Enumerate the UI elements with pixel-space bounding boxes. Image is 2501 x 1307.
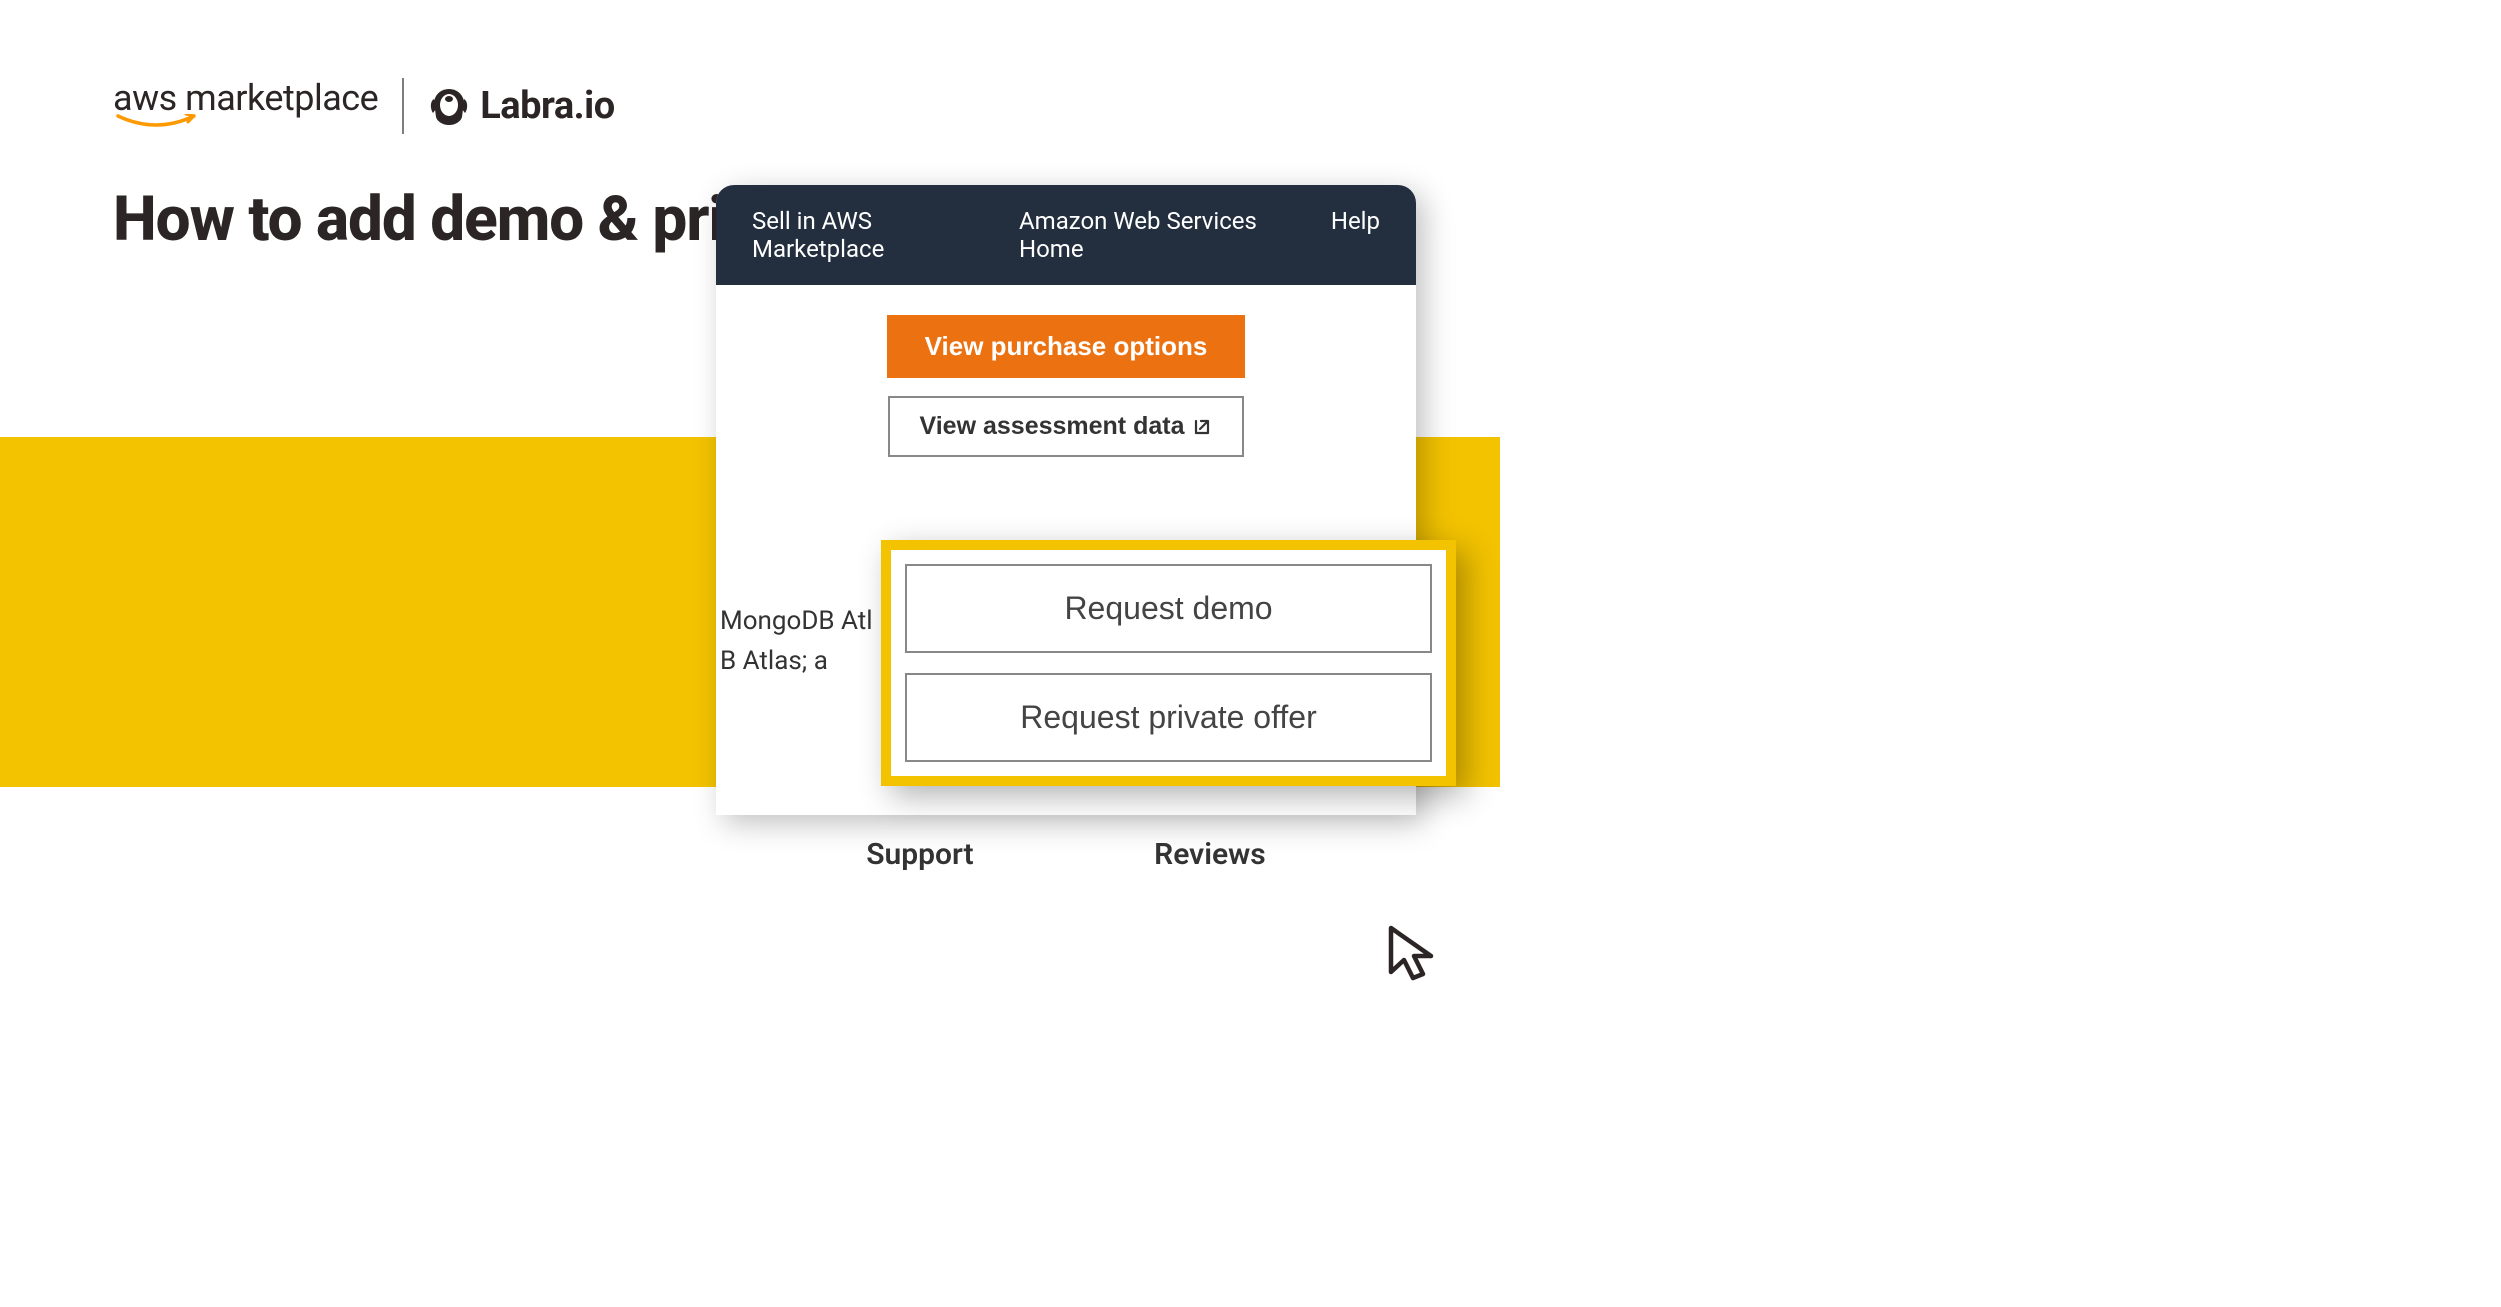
- labra-dog-icon: [428, 85, 470, 127]
- labra-logo-text: Labra.io: [480, 84, 614, 128]
- buttons-area: View purchase options View assessment da…: [716, 285, 1416, 477]
- request-private-offer-button[interactable]: Request private offer: [905, 673, 1432, 762]
- tab-reviews[interactable]: Reviews: [1154, 837, 1266, 872]
- app-window: Sell in AWS Marketplace Amazon Web Servi…: [716, 185, 1416, 815]
- labra-logo: Labra.io: [428, 84, 614, 128]
- external-link-icon: [1192, 417, 1212, 437]
- cursor-pointer-icon: [1381, 920, 1451, 990]
- tabs-row: Support Reviews: [716, 827, 1416, 872]
- tab-support[interactable]: Support: [866, 837, 973, 872]
- product-line-1: MongoDB Atl: [720, 601, 873, 641]
- window-content: View purchase options View assessment da…: [716, 285, 1416, 815]
- app-navbar: Sell in AWS Marketplace Amazon Web Servi…: [716, 185, 1416, 285]
- product-line-2: B Atlas; a: [720, 641, 873, 681]
- logo-area: aws marketplace Labra.io: [113, 78, 615, 134]
- request-demo-button[interactable]: Request demo: [905, 564, 1432, 653]
- view-purchase-options-button[interactable]: View purchase options: [887, 315, 1246, 378]
- logo-divider: [402, 78, 404, 134]
- assessment-label: View assessment data: [920, 412, 1185, 441]
- view-assessment-data-button[interactable]: View assessment data: [888, 396, 1245, 457]
- nav-sell[interactable]: Sell in AWS Marketplace: [752, 207, 983, 263]
- product-text: MongoDB Atl B Atlas; a: [720, 601, 873, 682]
- aws-marketplace-logo: aws marketplace: [113, 80, 378, 132]
- nav-help[interactable]: Help: [1331, 207, 1380, 263]
- aws-smile-icon: [116, 114, 196, 132]
- aws-logo-text: aws marketplace: [113, 80, 378, 116]
- highlight-callout: Request demo Request private offer: [881, 540, 1456, 786]
- nav-home[interactable]: Amazon Web Services Home: [1019, 207, 1295, 263]
